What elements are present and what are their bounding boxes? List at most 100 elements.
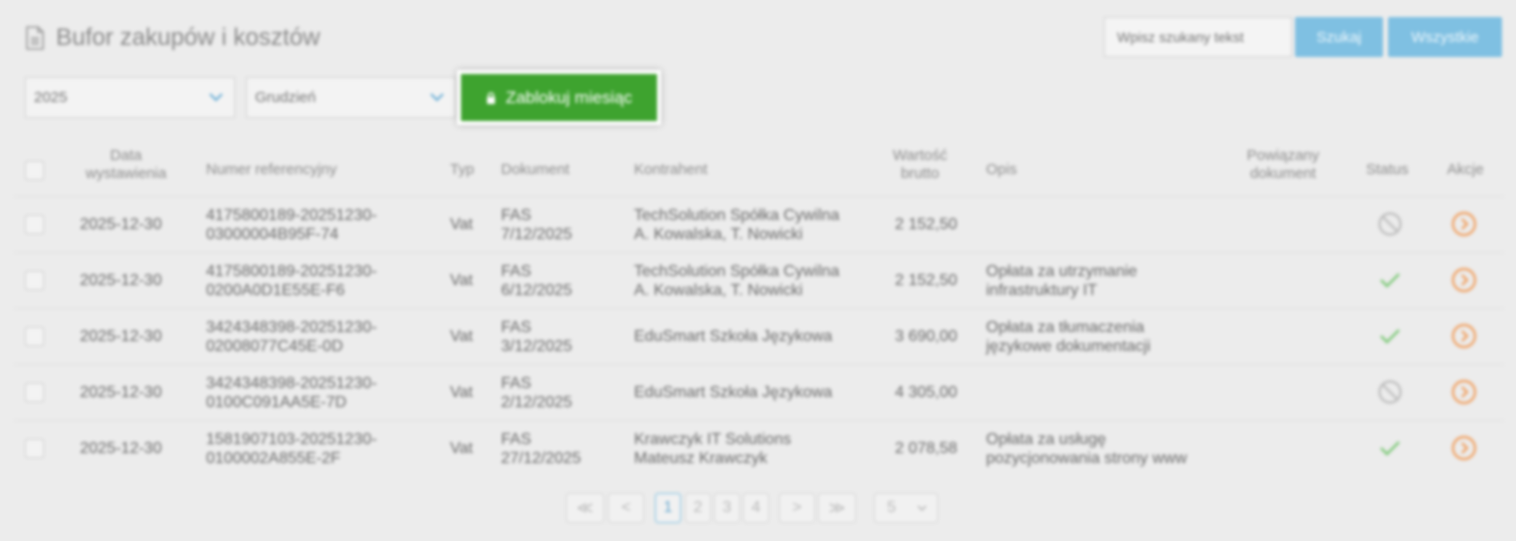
table-row[interactable]: 2025-12-30 4175800189-20251230- 0200A0D1E5… bbox=[14, 252, 1504, 309]
month-select-value: Grudzień bbox=[255, 89, 316, 106]
row-reference-line2: 0200A0D1E55E-F6 bbox=[206, 282, 345, 299]
row-value: 2 152,50 bbox=[895, 272, 958, 289]
row-document-line2: 7/12/2025 bbox=[501, 226, 573, 243]
row-checkbox[interactable] bbox=[25, 327, 44, 346]
row-date: 2025-12-30 bbox=[80, 272, 162, 289]
row-description-line2: pozycjonowania strony www bbox=[986, 450, 1187, 467]
column-header-date-line1: Data bbox=[110, 147, 142, 164]
table-row[interactable]: 2025-12-30 1581907103-20251230- 0100002A85… bbox=[14, 420, 1504, 477]
column-header-value-line1: Wartość bbox=[892, 147, 948, 164]
row-checkbox[interactable] bbox=[25, 383, 44, 402]
page-size-select[interactable]: 5 bbox=[874, 493, 938, 523]
column-header-description[interactable]: Opis bbox=[986, 161, 1017, 179]
document-icon bbox=[26, 26, 44, 50]
row-document-line1: FAS bbox=[501, 319, 532, 336]
column-header-date[interactable]: Data wystawienia bbox=[66, 147, 186, 183]
row-contractor: Krawczyk IT Solutions Mateusz Krawczyk bbox=[634, 430, 791, 468]
row-checkbox[interactable] bbox=[25, 439, 44, 458]
row-contractor: TechSolution Spółka Cywilna A. Kowalska, … bbox=[634, 206, 839, 244]
row-contractor-line2: A. Kowalska, T. Nowicki bbox=[634, 226, 803, 243]
row-contractor-line2: Mateusz Krawczyk bbox=[634, 450, 768, 467]
row-description-line1: Opłata za usługę bbox=[986, 431, 1107, 448]
row-type: Vat bbox=[450, 328, 473, 345]
pagination-last[interactable]: ≫ bbox=[818, 493, 856, 523]
row-contractor: EduSmart Szkoła Językowa bbox=[634, 327, 832, 346]
pagination-page-3[interactable]: 3 bbox=[714, 493, 740, 523]
column-header-related[interactable]: Powiązany dokument bbox=[1228, 147, 1338, 183]
row-action-arrow-icon[interactable] bbox=[1451, 323, 1477, 349]
year-select[interactable]: 2025 bbox=[25, 77, 235, 118]
row-reference-line2: 0100002A855E-2F bbox=[206, 450, 341, 467]
row-description-line2: infrastruktury IT bbox=[986, 282, 1098, 299]
row-document-line1: FAS bbox=[501, 263, 532, 280]
row-checkbox[interactable] bbox=[25, 271, 44, 290]
row-action-arrow-icon[interactable] bbox=[1451, 267, 1477, 293]
row-action-arrow-icon[interactable] bbox=[1451, 211, 1477, 237]
row-value: 2 152,50 bbox=[895, 216, 958, 233]
row-reference-number: 3424348398-20251230- 02008077C45E-0D bbox=[206, 318, 377, 356]
row-document-line1: FAS bbox=[501, 375, 532, 392]
month-select[interactable]: Grudzień bbox=[246, 77, 456, 118]
table-row[interactable]: 2025-12-30 4175800189-20251230- 03000004B9… bbox=[14, 196, 1504, 253]
pagination-page-4[interactable]: 4 bbox=[743, 493, 769, 523]
search-input[interactable] bbox=[1104, 17, 1292, 57]
row-document: FAS 3/12/2025 bbox=[501, 318, 572, 356]
column-header-type[interactable]: Typ bbox=[450, 161, 474, 179]
column-header-ref[interactable]: Numer referencyjny bbox=[206, 161, 337, 179]
column-header-document[interactable]: Dokument bbox=[501, 161, 569, 179]
status-blocked-icon bbox=[1378, 380, 1402, 404]
row-description: Opłata za utrzymanie infrastruktury IT bbox=[986, 262, 1137, 300]
row-description-line1: Opłata za utrzymanie bbox=[986, 263, 1138, 280]
chevron-down-icon bbox=[917, 505, 927, 512]
lock-icon bbox=[486, 91, 495, 104]
row-contractor-line1: EduSmart Szkoła Językowa bbox=[634, 328, 833, 345]
row-document: FAS 2/12/2025 bbox=[501, 374, 572, 412]
page-size-value: 5 bbox=[887, 499, 896, 516]
row-contractor-line1: TechSolution Spółka Cywilna bbox=[634, 263, 840, 280]
row-description-line1: Opłata za tłumaczenia bbox=[986, 319, 1145, 336]
lock-month-label: Zablokuj miesiąc bbox=[505, 87, 633, 107]
row-reference-line1: 3424348398-20251230- bbox=[206, 319, 377, 336]
row-document-line2: 27/12/2025 bbox=[501, 450, 582, 467]
table-row[interactable]: 2025-12-30 3424348398-20251230- 02008077C4… bbox=[14, 308, 1504, 365]
column-header-value[interactable]: Wartość brutto bbox=[870, 147, 970, 183]
row-document-line2: 2/12/2025 bbox=[501, 394, 573, 411]
row-reference-number: 4175800189-20251230- 0200A0D1E55E-F6 bbox=[206, 262, 377, 300]
row-value: 2 078,58 bbox=[895, 440, 958, 457]
pagination-page-1[interactable]: 1 bbox=[655, 493, 681, 523]
column-header-status[interactable]: Status bbox=[1366, 161, 1409, 179]
year-select-value: 2025 bbox=[34, 89, 68, 106]
lock-month-button-body[interactable]: Zablokuj miesiąc bbox=[461, 74, 657, 121]
page-title: Bufor zakupów i kosztów bbox=[26, 24, 320, 52]
column-header-date-line2: wystawienia bbox=[85, 165, 167, 182]
row-reference-line1: 4175800189-20251230- bbox=[206, 263, 377, 280]
pagination-page-2[interactable]: 2 bbox=[685, 493, 711, 523]
row-action-arrow-icon[interactable] bbox=[1451, 379, 1477, 405]
row-date: 2025-12-30 bbox=[80, 440, 162, 457]
pagination-first[interactable]: ≪ bbox=[566, 493, 604, 523]
row-action-arrow-icon[interactable] bbox=[1451, 435, 1477, 461]
row-reference-number: 1581907103-20251230- 0100002A855E-2F bbox=[206, 430, 377, 468]
all-button[interactable]: Wszystkie bbox=[1388, 17, 1502, 57]
lock-month-button[interactable]: Zablokuj miesiąc bbox=[457, 70, 661, 125]
status-ok-check-icon bbox=[1380, 441, 1400, 456]
row-type: Vat bbox=[450, 272, 473, 289]
select-all-checkbox[interactable] bbox=[25, 161, 44, 180]
row-checkbox[interactable] bbox=[25, 215, 44, 234]
pagination-next[interactable]: > bbox=[779, 493, 815, 523]
row-type: Vat bbox=[450, 216, 473, 233]
column-header-related-line2: dokument bbox=[1250, 165, 1316, 182]
pagination-prev[interactable]: < bbox=[608, 493, 644, 523]
row-value: 3 690,00 bbox=[895, 328, 958, 345]
table-row[interactable]: 2025-12-30 3424348398-20251230- 0100C091AA… bbox=[14, 364, 1504, 421]
row-reference-line2: 03000004B95F-74 bbox=[206, 226, 339, 243]
search-button[interactable]: Szukaj bbox=[1295, 17, 1383, 57]
column-header-actions: Akcje bbox=[1447, 161, 1484, 178]
chevron-down-icon bbox=[430, 93, 444, 102]
row-document-line1: FAS bbox=[501, 207, 532, 224]
column-header-contractor[interactable]: Kontrahent bbox=[634, 161, 707, 179]
row-contractor-line1: EduSmart Szkoła Językowa bbox=[634, 384, 833, 401]
row-contractor-line1: TechSolution Spółka Cywilna bbox=[634, 207, 840, 224]
page-title-text: Bufor zakupów i kosztów bbox=[56, 24, 321, 51]
row-document-line1: FAS bbox=[501, 431, 532, 448]
